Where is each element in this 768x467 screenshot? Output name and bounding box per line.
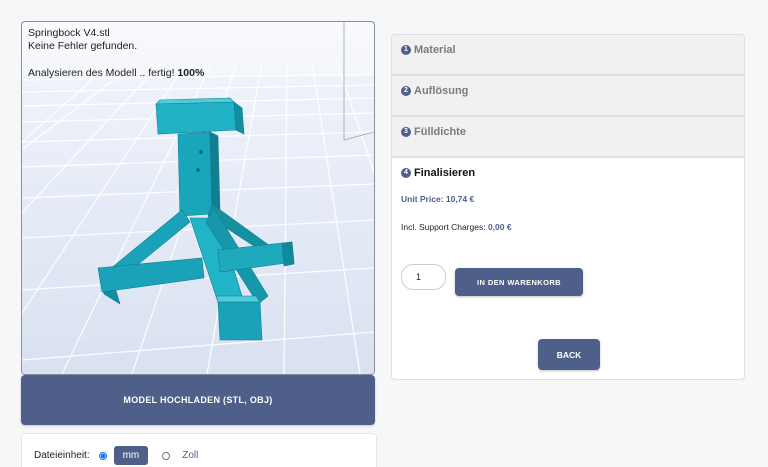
step-finalize-title: Finalisieren — [414, 167, 476, 179]
unit-option-mm[interactable]: mm — [113, 446, 149, 465]
print-order-page: Springbock V4.stl Keine Fehler gefunden.… — [0, 0, 768, 467]
step-resolution-title: Auflösung — [414, 85, 469, 97]
step-number-1: 1 — [401, 45, 411, 55]
step-infill-header[interactable]: 3 Fülldichte — [401, 126, 466, 138]
quantity-input[interactable] — [401, 264, 446, 290]
analysis-text: Analysieren des Modell .. fertig! — [28, 67, 175, 79]
model-viewer[interactable]: Springbock V4.stl Keine Fehler gefunden.… — [21, 21, 375, 375]
add-to-cart-button[interactable]: IN DEN WARENKORB — [455, 268, 583, 296]
step-finalize: 4 Finalisieren Unit Price: 10,74 € Incl.… — [391, 157, 745, 380]
step-finalize-header[interactable]: 4 Finalisieren — [401, 167, 475, 179]
upload-model-button[interactable]: MODEL HOCHLADEN (STL, OBJ) — [21, 375, 375, 425]
file-unit-panel: Dateieinheit: mm Zoll — [21, 433, 377, 467]
back-button[interactable]: BACK — [538, 339, 600, 370]
support-charges-label: Incl. Support Charges: — [401, 222, 486, 232]
analysis-status: Analysieren des Modell .. fertig! 100% — [28, 67, 204, 80]
unit-radio-zoll[interactable] — [162, 451, 171, 460]
step-number-3: 3 — [401, 127, 411, 137]
model-filename: Springbock V4.stl — [28, 27, 110, 39]
step-resolution-header[interactable]: 2 Auflösung — [401, 85, 468, 97]
file-unit-selector: Dateieinheit: mm Zoll — [34, 446, 198, 465]
step-infill[interactable]: 3 Fülldichte — [391, 116, 745, 157]
support-charges: Incl. Support Charges: 0,00 € — [401, 222, 512, 232]
file-unit-label: Dateieinheit: — [34, 450, 90, 461]
step-material-header[interactable]: 1 Material — [401, 44, 456, 56]
step-resolution[interactable]: 2 Auflösung — [391, 75, 745, 116]
step-number-2: 2 — [401, 86, 411, 96]
step-material[interactable]: 1 Material — [391, 34, 745, 75]
analysis-percent: 100% — [177, 67, 205, 79]
model-info: Springbock V4.stl Keine Fehler gefunden.… — [28, 27, 204, 80]
unit-option-zoll[interactable]: Zoll — [182, 450, 198, 461]
model-check-status: Keine Fehler gefunden. — [28, 40, 138, 52]
unit-price: Unit Price: 10,74 € — [401, 194, 475, 204]
step-infill-title: Fülldichte — [414, 126, 466, 138]
unit-radio-mm[interactable] — [98, 451, 107, 460]
step-material-title: Material — [414, 44, 456, 56]
support-charges-value: 0,00 € — [487, 222, 512, 232]
step-number-4: 4 — [401, 168, 411, 178]
